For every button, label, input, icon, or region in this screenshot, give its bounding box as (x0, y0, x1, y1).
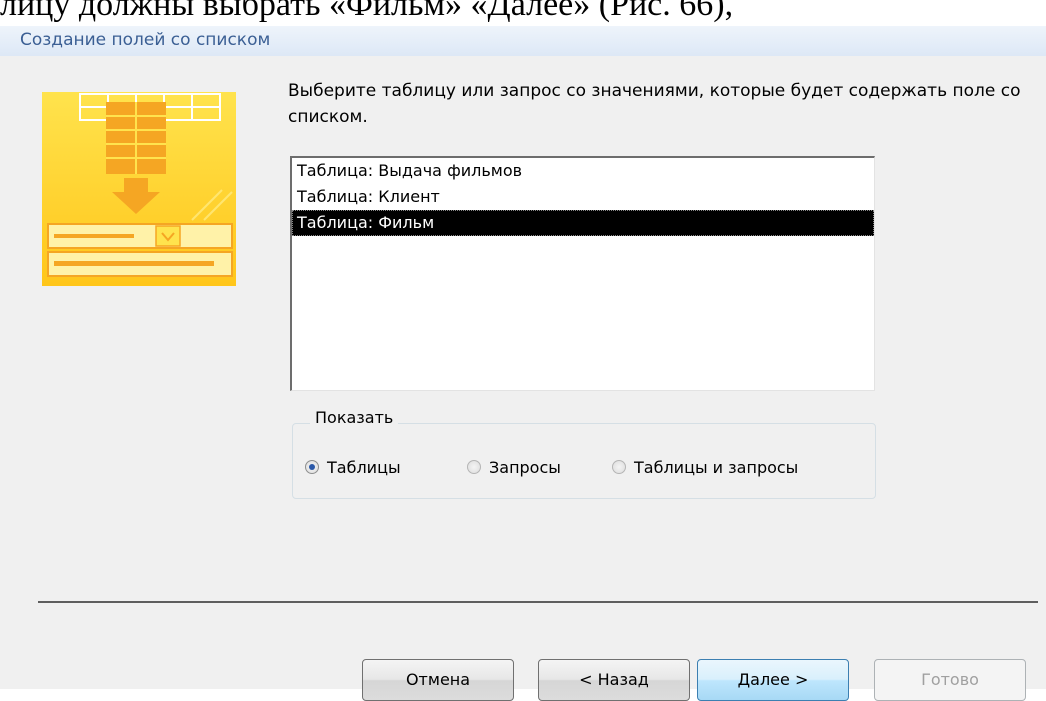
instruction-text: Выберите таблицу или запрос со значениям… (288, 81, 1021, 127)
list-item-vydacha-filmov[interactable]: Таблица: Выдача фильмов (292, 158, 874, 184)
cancel-button[interactable]: Отмена (362, 659, 514, 701)
list-item-klient[interactable]: Таблица: Клиент (292, 184, 874, 210)
window-title: Создание полей со списком (20, 30, 271, 50)
next-button[interactable]: Далее > (697, 659, 849, 701)
radio-queries[interactable]: Запросы (467, 455, 561, 479)
radio-checked-icon[interactable] (305, 460, 319, 474)
table-to-combobox-icon (42, 92, 236, 286)
radio-tables-and-queries[interactable]: Таблицы и запросы (612, 455, 798, 479)
document-caption: лицу должны выбрать «Фильм» «Далее» (Рис… (0, 0, 734, 23)
finish-button[interactable]: Готово (874, 659, 1026, 701)
radio-tables-and-queries-label: Таблицы и запросы (634, 457, 799, 477)
radio-tables-label: Таблицы (327, 457, 401, 477)
radio-unchecked-icon[interactable] (467, 460, 481, 474)
show-group-legend: Показать (310, 408, 399, 427)
back-button[interactable]: < Назад (538, 659, 690, 701)
tables-listbox[interactable]: Таблица: Выдача фильмов Таблица: Клиент … (290, 156, 875, 391)
radio-tables[interactable]: Таблицы (305, 455, 401, 479)
list-item-film[interactable]: Таблица: Фильм (292, 210, 874, 236)
radio-unchecked-icon[interactable] (612, 460, 626, 474)
radio-queries-label: Запросы (489, 457, 561, 477)
button-divider (38, 601, 1038, 603)
title-bar: Создание полей со списком (0, 26, 1046, 57)
